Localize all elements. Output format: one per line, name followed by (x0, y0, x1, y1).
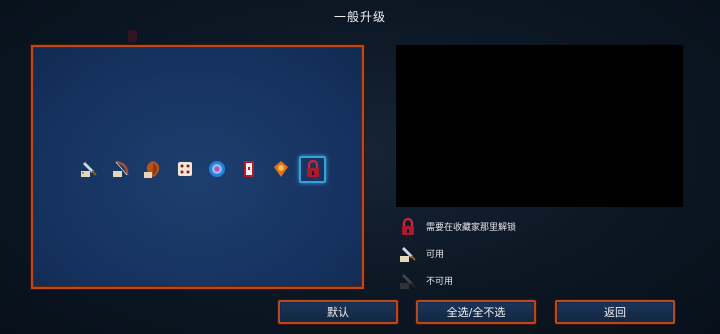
legend-label: 可用 (426, 250, 445, 260)
faded-lock-icon (128, 30, 137, 42)
sword-scroll-icon[interactable] (75, 156, 102, 183)
available-item-icon (398, 244, 418, 264)
back-button[interactable]: 返回 (555, 300, 675, 324)
faded-background-label (128, 29, 238, 43)
red-padlock-icon (398, 217, 418, 237)
legend-label: 不可用 (426, 277, 454, 287)
dice-icon[interactable] (171, 156, 198, 183)
select-all-button[interactable]: 全选/全不选 (416, 300, 536, 324)
red-padlock-icon[interactable] (299, 155, 326, 183)
shield-scroll-icon[interactable] (139, 156, 166, 183)
legend-row-available: 可用 (398, 240, 516, 267)
legend-row-locked: 需要在收藏家那里解锁 (398, 213, 516, 240)
bow-scroll-icon[interactable] (107, 156, 134, 183)
orange-amulet-icon[interactable] (267, 156, 294, 183)
legend-row-unavailable: 不可用 (398, 267, 516, 294)
upgrade-grid-panel (31, 45, 364, 289)
blue-orb-icon[interactable] (203, 156, 230, 183)
red-door-icon[interactable] (235, 156, 262, 183)
legend: 需要在收藏家那里解锁 可用 不可用 (398, 213, 516, 294)
legend-label: 需要在收藏家那里解锁 (426, 223, 517, 233)
item-preview-pane (396, 45, 683, 207)
screen-title: 一般升级 (333, 10, 386, 24)
unavailable-item-icon (398, 271, 418, 291)
default-button[interactable]: 默认 (278, 300, 398, 324)
upgrade-item-row (75, 155, 326, 183)
